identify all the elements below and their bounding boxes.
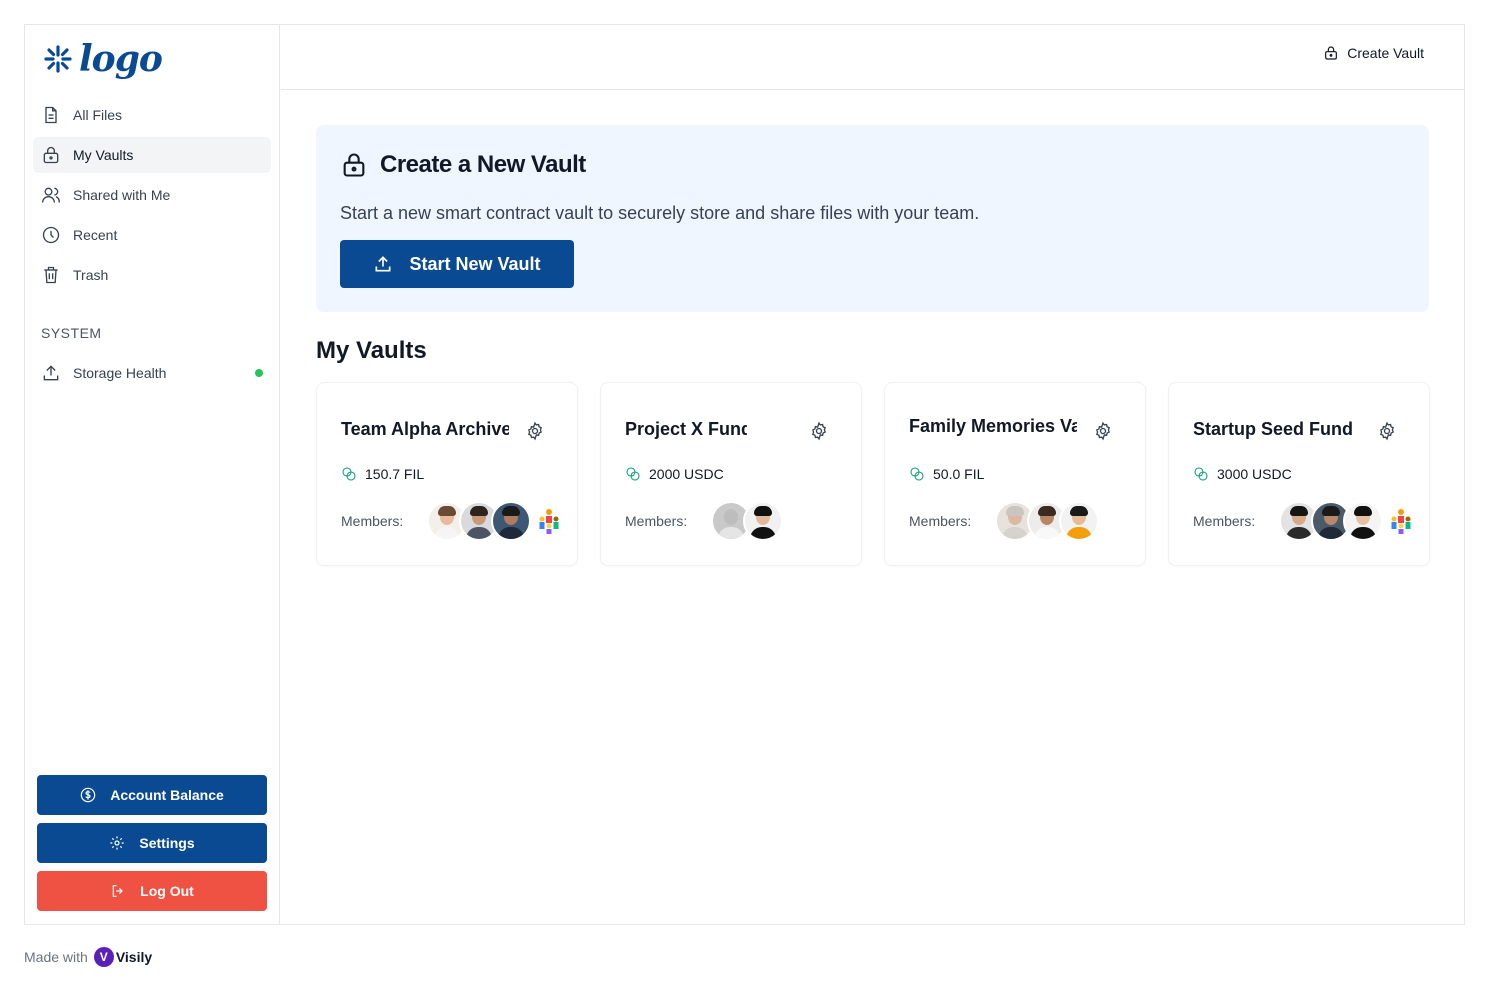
trash-icon [44, 266, 58, 284]
sidebar-item-label: Storage Health [73, 365, 167, 381]
logo-text: logo [79, 38, 163, 80]
gear-icon[interactable] [525, 421, 545, 441]
lock-icon [343, 153, 365, 177]
members-label: Members: [909, 513, 972, 529]
gear-icon[interactable] [1377, 421, 1397, 441]
vault-balance-value: 150.7 FIL [365, 466, 425, 482]
vault-balance-value: 50.0 FIL [933, 466, 985, 482]
asterisk-logo-icon [44, 45, 72, 73]
avatar-group [711, 501, 784, 541]
vault-card[interactable]: Team Alpha Archive 150.7 FIL Members: [316, 382, 578, 566]
sidebar-nav: All Files My Vaults Shared with Me Recen… [33, 97, 271, 297]
avatar[interactable] [743, 501, 784, 541]
vault-name: Team Alpha Archive [341, 419, 509, 439]
coins-icon [1194, 467, 1208, 481]
settings-button[interactable]: Settings [37, 823, 267, 863]
sidebar-item-trash[interactable]: Trash [33, 257, 271, 293]
app-window: logo All Files My Vaults Shared with Me … [24, 24, 1465, 925]
section-label-system: SYSTEM [41, 325, 102, 341]
vault-balance-value: 3000 USDC [1217, 466, 1292, 482]
vault-balance-value: 2000 USDC [649, 466, 724, 482]
system-nav: Storage Health [33, 355, 271, 395]
vault-members: Members: [341, 501, 563, 541]
vault-balance: 2000 USDC [625, 466, 724, 482]
vault-members: Members: [625, 501, 784, 541]
avatar[interactable] [1343, 501, 1384, 541]
made-with-label: Made with [24, 949, 88, 965]
banner-subtitle: Start a new smart contract vault to secu… [340, 203, 980, 223]
users-icon [42, 187, 60, 203]
account-balance-button[interactable]: Account Balance [37, 775, 267, 815]
avatar-group [427, 501, 563, 541]
sidebar-item-my-vaults[interactable]: My Vaults [33, 137, 271, 173]
members-label: Members: [625, 513, 688, 529]
group-icon [1391, 509, 1411, 534]
topbar: Create Vault [281, 25, 1464, 90]
vault-card[interactable]: Startup Seed Fund 3000 USDC Members: [1168, 382, 1430, 566]
members-label: Members: [341, 513, 404, 529]
vault-members: Members: [1193, 501, 1415, 541]
start-new-vault-label: Start New Vault [409, 253, 541, 274]
lock-icon [1325, 46, 1338, 60]
avatar[interactable] [491, 501, 532, 541]
sidebar: logo All Files My Vaults Shared with Me … [25, 25, 280, 924]
vault-balance: 150.7 FIL [341, 466, 424, 482]
avatar-group [995, 501, 1100, 541]
vault-members: Members: [909, 501, 1100, 541]
sidebar-item-label: Shared with Me [73, 187, 171, 203]
coins-icon [626, 467, 640, 481]
avatar-group [1279, 501, 1415, 541]
logout-button[interactable]: Log Out [37, 871, 267, 911]
coins-icon [910, 467, 924, 481]
vault-card[interactable]: Project X Fund 2000 USDC Members: [600, 382, 862, 566]
lock-icon [43, 146, 59, 164]
vault-balance: 50.0 FIL [909, 466, 984, 482]
dollar-circle-icon [80, 787, 96, 803]
banner-title: Create a New Vault [340, 151, 586, 179]
clock-icon [42, 226, 60, 244]
upload-icon [375, 256, 391, 272]
group-icon [539, 509, 559, 534]
vault-name: Project X Fund [625, 419, 747, 439]
gear-icon[interactable] [809, 421, 829, 441]
visily-brand: Visily [115, 949, 153, 965]
sidebar-item-label: My Vaults [73, 147, 134, 163]
vault-name: Startup Seed Fund [1193, 419, 1354, 439]
sidebar-item-shared-with-me[interactable]: Shared with Me [33, 177, 271, 213]
gear-icon [110, 836, 125, 850]
sidebar-item-recent[interactable]: Recent [33, 217, 271, 253]
avatar[interactable] [1059, 501, 1100, 541]
vault-name: Family Memories Vault [909, 416, 1077, 436]
made-with-footer[interactable]: Made with V Visily [24, 947, 152, 967]
banner-title-text: Create a New Vault [380, 151, 586, 178]
status-indicator-dot [255, 369, 263, 377]
gear-icon[interactable] [1093, 421, 1113, 441]
create-vault-button[interactable]: Create Vault [1323, 45, 1424, 61]
logo[interactable]: logo [43, 38, 163, 80]
sidebar-item-label: Recent [73, 227, 118, 243]
coins-icon [342, 467, 356, 481]
account-balance-label: Account Balance [110, 787, 224, 803]
vault-card-list: Team Alpha Archive 150.7 FIL Members: Pr… [316, 382, 1430, 566]
sidebar-item-label: Trash [73, 267, 109, 283]
settings-label: Settings [139, 835, 195, 851]
file-icon [45, 106, 57, 124]
my-vaults-heading: My Vaults [316, 337, 427, 364]
members-label: Members: [1193, 513, 1256, 529]
logout-label: Log Out [140, 883, 194, 899]
sidebar-item-storage-health[interactable]: Storage Health [33, 355, 271, 391]
sidebar-item-label: All Files [73, 107, 123, 123]
sidebar-item-all-files[interactable]: All Files [33, 97, 271, 133]
vault-balance: 3000 USDC [1193, 466, 1292, 482]
logout-icon [112, 885, 124, 897]
visily-logo-icon: V [93, 947, 114, 967]
create-vault-banner: Create a New Vault Start a new smart con… [316, 125, 1429, 312]
start-new-vault-button[interactable]: Start New Vault [340, 240, 574, 288]
vault-card[interactable]: Family Memories Vault 50.0 FIL Members: [884, 382, 1146, 566]
create-vault-label: Create Vault [1347, 45, 1424, 61]
upload-icon [43, 365, 59, 381]
